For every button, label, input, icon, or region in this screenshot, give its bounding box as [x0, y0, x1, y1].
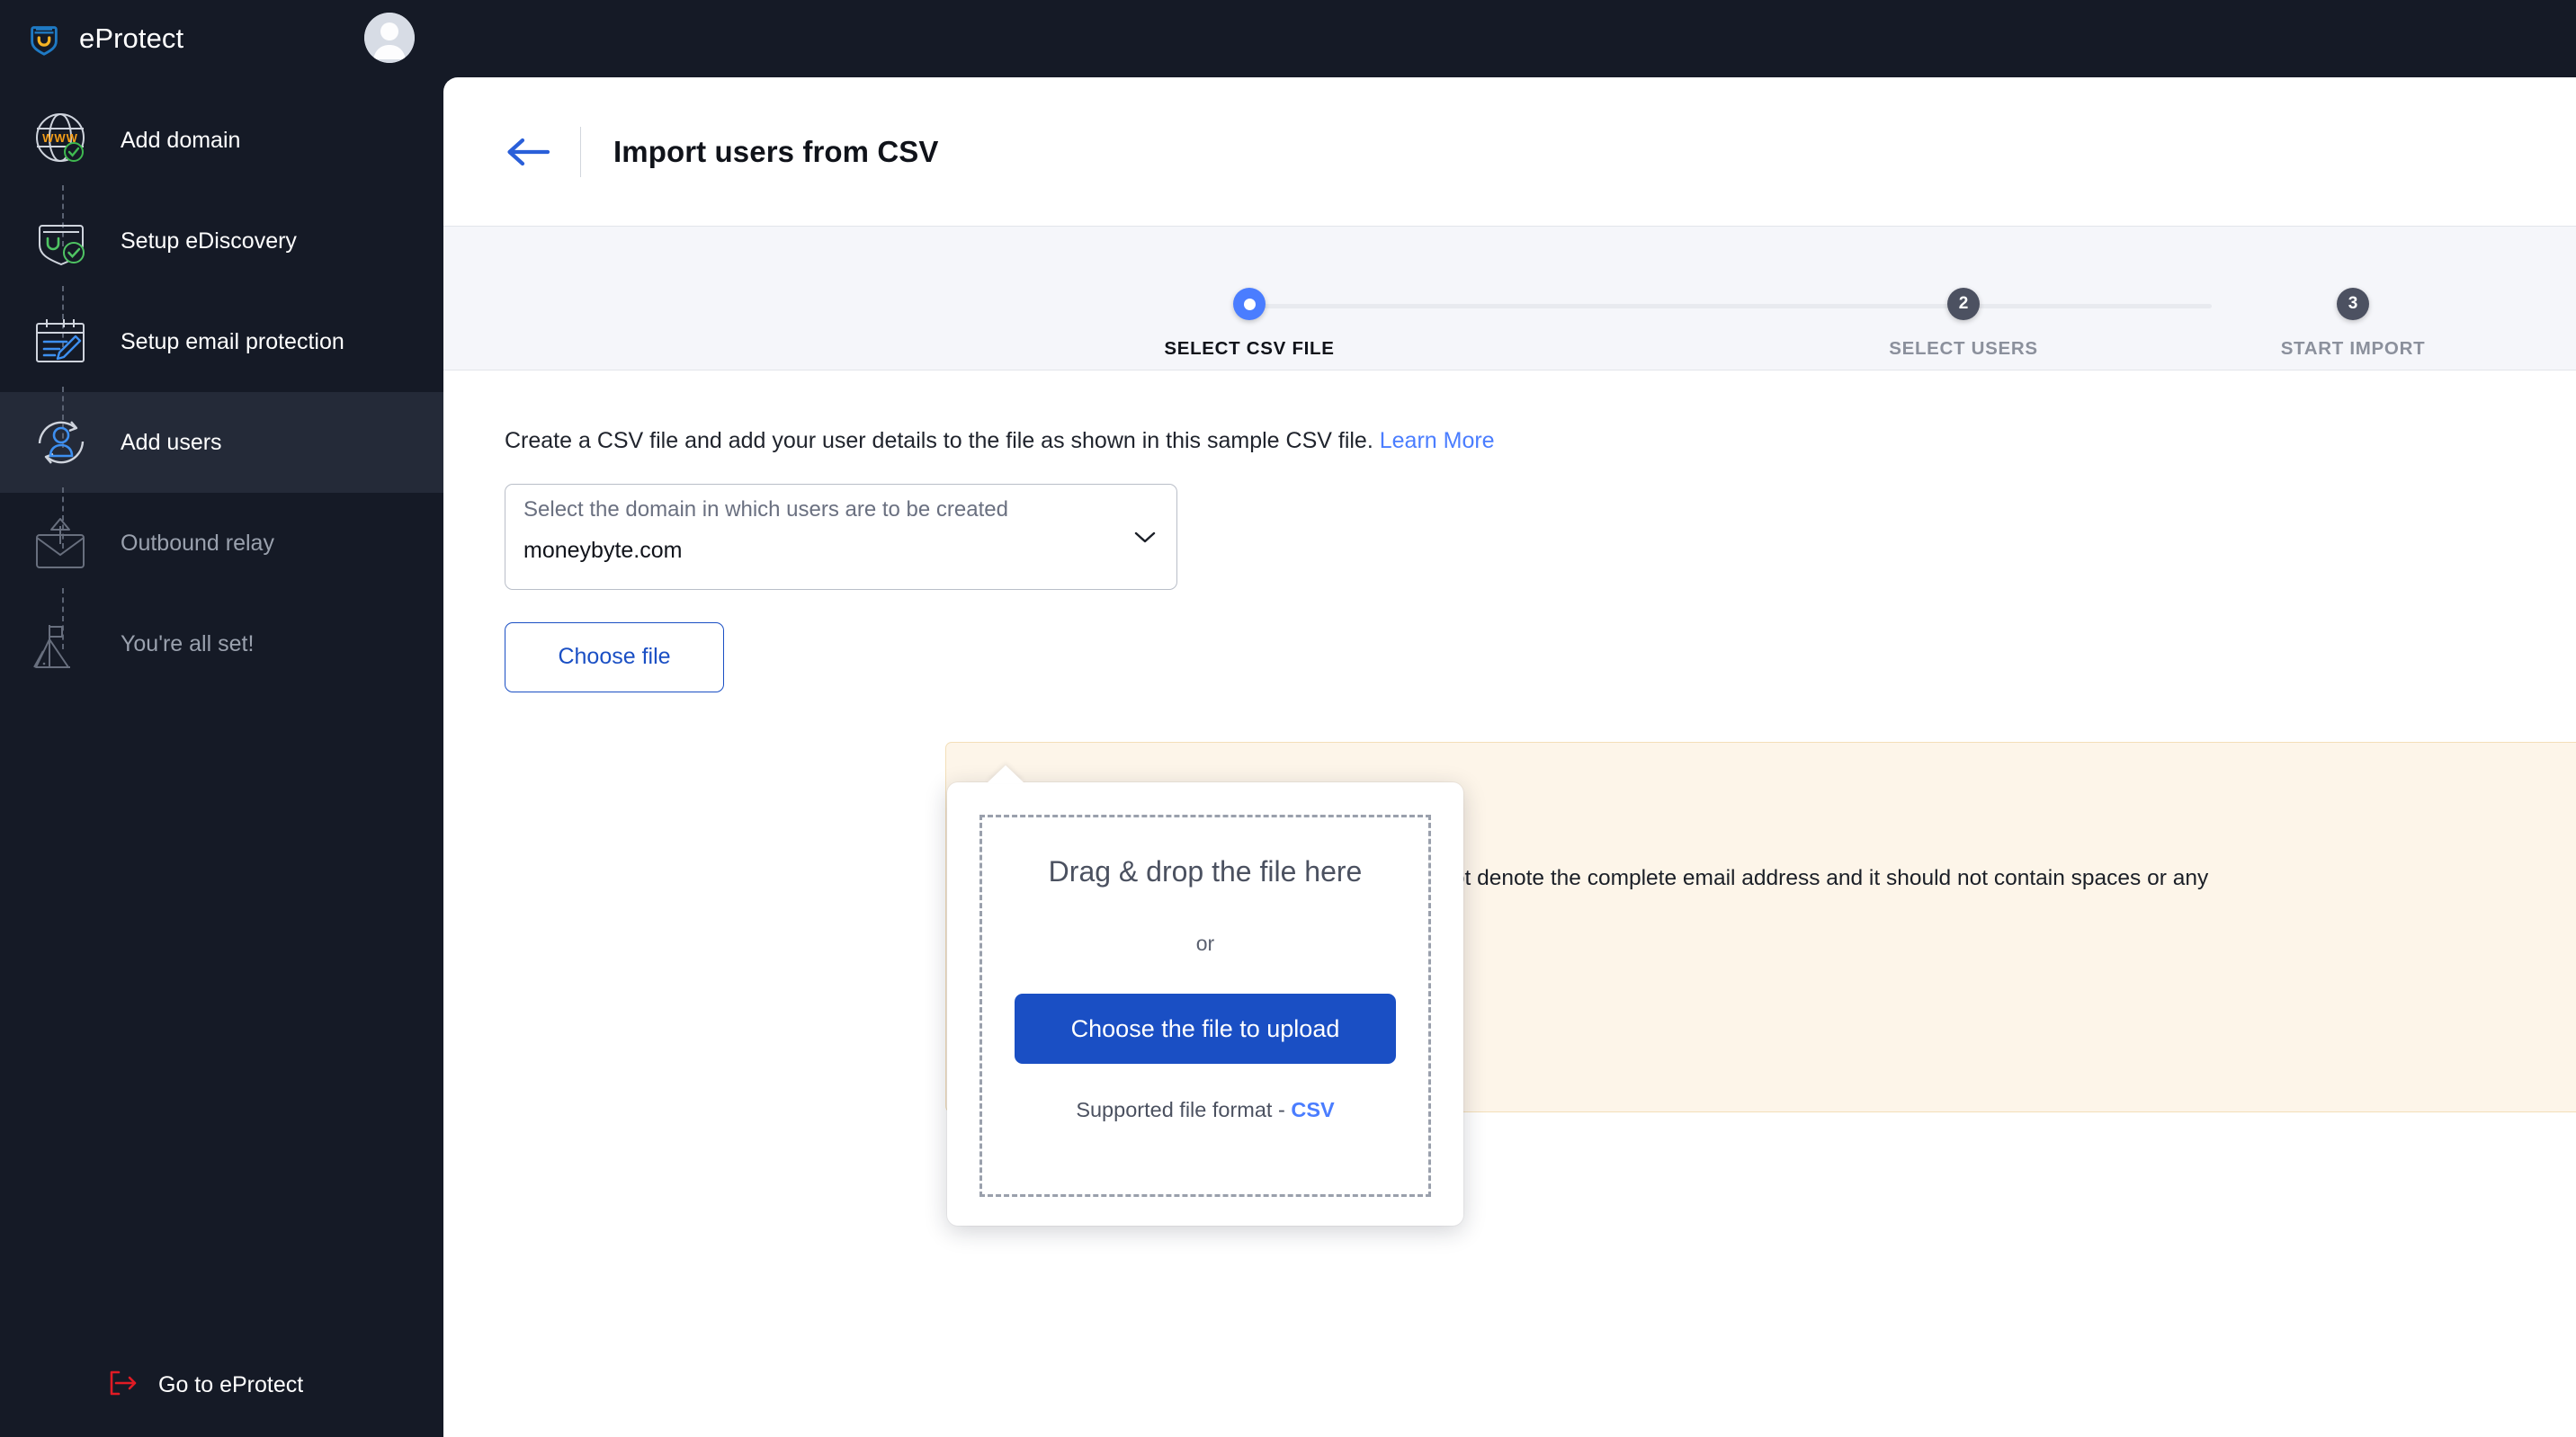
lead-text-row: Create a CSV file and add your user deta… — [505, 426, 2515, 457]
dropzone-title: Drag & drop the file here — [1048, 855, 1363, 888]
domain-select-placeholder: Select the domain in which users are to … — [523, 496, 1008, 522]
sidebar-item-outbound-relay[interactable]: Outbound relay — [0, 493, 443, 594]
page-title: Import users from CSV — [613, 134, 939, 168]
supported-format-prefix: Supported file format - — [1076, 1098, 1292, 1121]
domain-select-value: moneybyte.com — [523, 537, 683, 563]
go-to-eprotect-label: Go to eProtect — [158, 1372, 304, 1397]
header-divider — [580, 126, 581, 177]
choose-file-to-upload-button[interactable]: Choose the file to upload — [1015, 994, 1396, 1064]
sidebar-item-youre-all-set[interactable]: You're all set! — [0, 594, 443, 694]
logout-arrow-icon — [108, 1370, 139, 1401]
supported-format-value: CSV — [1291, 1098, 1335, 1121]
shield-check-icon — [27, 206, 97, 276]
sidebar-item-add-domain[interactable]: WWW Add domain — [0, 90, 443, 191]
back-arrow-icon[interactable] — [505, 134, 551, 170]
panel-header: Import users from CSV — [443, 77, 2576, 227]
sidebar-item-setup-email-protection[interactable]: Setup email protection — [0, 291, 443, 392]
sidebar-item-add-users[interactable]: Add users — [0, 392, 443, 493]
stepper-step-start-import[interactable]: 3 START IMPORT — [2173, 227, 2533, 360]
stepper-marker — [1233, 288, 1266, 320]
sidebar-nav: WWW Add domain Setup eDiscovery Setup em… — [0, 90, 443, 694]
sidebar-item-setup-ediscovery[interactable]: Setup eDiscovery — [0, 191, 443, 291]
panel-body: Create a CSV file and add your user deta… — [443, 426, 2576, 692]
go-to-eprotect-link[interactable]: Go to eProtect — [108, 1370, 303, 1401]
globe-www-check-icon: WWW — [27, 105, 97, 175]
stepper-step-select-users[interactable]: 2 SELECT USERS — [1784, 227, 2143, 360]
sidebar-item-label: Add domain — [121, 127, 241, 153]
sidebar-item-label: You're all set! — [121, 630, 255, 656]
stepper-marker: 3 — [2337, 288, 2369, 320]
shield-smile-logo-icon — [25, 20, 63, 58]
stepper-marker: 2 — [1947, 288, 1980, 320]
sidebar-item-label: Add users — [121, 429, 222, 455]
file-upload-popover: Drag & drop the file here or Choose the … — [947, 782, 1463, 1226]
choose-file-button[interactable]: Choose file — [505, 621, 724, 692]
stepper-label: START IMPORT — [2280, 338, 2426, 359]
sidebar-item-label: Setup eDiscovery — [121, 228, 297, 254]
sidebar-item-label: Outbound relay — [121, 530, 274, 556]
envelope-upload-icon — [27, 508, 97, 578]
dropzone-or-label: or — [1195, 932, 1215, 955]
avatar[interactable] — [364, 13, 415, 63]
brand: eProtect — [25, 11, 183, 67]
brand-name: eProtect — [79, 22, 184, 54]
user-sync-icon — [27, 407, 97, 478]
learn-more-link[interactable]: Learn More — [1380, 428, 1495, 453]
stepper: SELECT CSV FILE 2 SELECT USERS 3 START I… — [443, 227, 2576, 370]
chevron-down-icon — [1133, 530, 1157, 544]
calendar-pencil-icon — [27, 307, 97, 377]
domain-select[interactable]: Select the domain in which users are to … — [505, 483, 1177, 590]
sidebar: eProtect WWW Add domain Setup eDiscovery… — [0, 0, 443, 1437]
supported-format-text: Supported file format - CSV — [1076, 1098, 1334, 1122]
stepper-label: SELECT CSV FILE — [1164, 338, 1335, 359]
file-dropzone[interactable]: Drag & drop the file here or Choose the … — [979, 815, 1431, 1197]
stepper-step-select-csv-file[interactable]: SELECT CSV FILE — [1069, 227, 1429, 360]
lead-text: Create a CSV file and add your user deta… — [505, 428, 1373, 453]
sidebar-item-label: Setup email protection — [121, 328, 344, 354]
flag-mountain-icon — [27, 609, 97, 679]
main-panel: Import users from CSV SELECT CSV FILE 2 … — [443, 77, 2576, 1437]
stepper-label: SELECT USERS — [1889, 338, 2038, 359]
